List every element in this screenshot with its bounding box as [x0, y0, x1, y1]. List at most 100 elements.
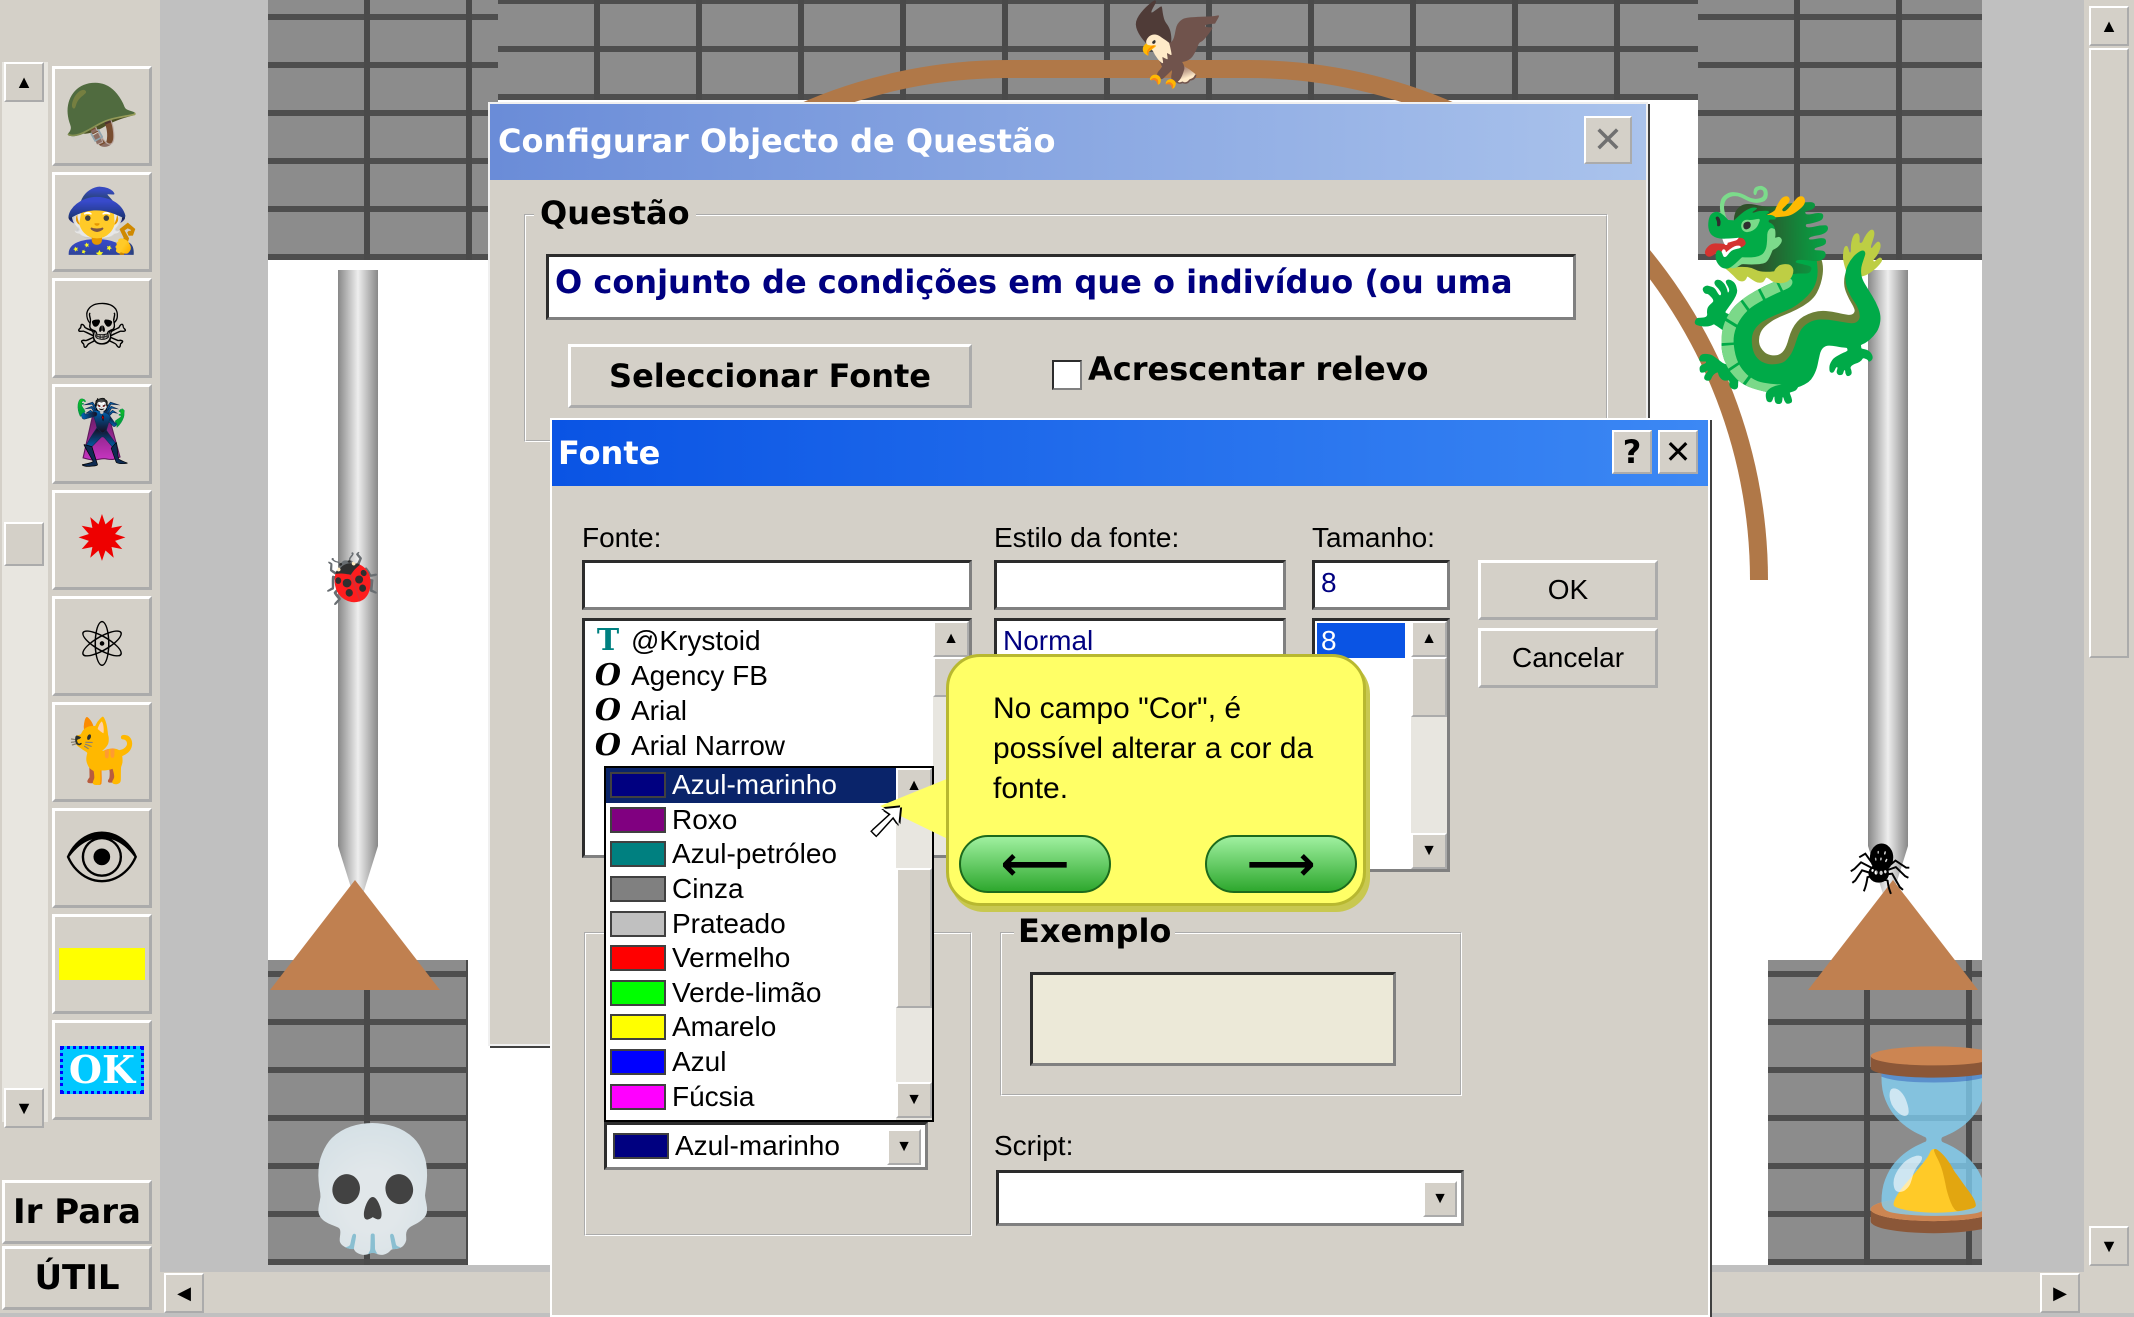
size-list-scroll-thumb[interactable] — [1411, 657, 1447, 717]
list-item-selected[interactable]: Normal — [1003, 623, 1281, 658]
truetype-icon: T — [596, 623, 620, 658]
color-option[interactable]: Fúcsia — [606, 1079, 932, 1114]
color-option[interactable]: Cinza — [606, 872, 932, 907]
size-value: 8 — [1321, 624, 1337, 656]
skull-icon: 💀 — [298, 1122, 448, 1256]
ok-icon[interactable]: OK — [52, 1020, 152, 1120]
eagle-icon: 🦅 — [1128, 0, 1228, 89]
size-list-down-arrow-icon[interactable]: ▼ — [1411, 833, 1447, 869]
ir-para-button[interactable]: Ir Para — [2, 1180, 152, 1244]
font-name: Arial Narrow — [631, 729, 786, 761]
fonte-title-bar[interactable]: Fonte ? ✕ — [552, 420, 1708, 486]
color-name: Roxo — [672, 803, 738, 835]
fonte-title-text: Fonte — [558, 434, 661, 472]
color-name: Verde-limão — [672, 976, 822, 1008]
acrescentar-relevo-label: Acrescentar relevo — [1088, 350, 1429, 388]
color-list-down-arrow-icon[interactable]: ▼ — [896, 1082, 932, 1118]
color-name: Cinza — [672, 873, 744, 905]
cor-select[interactable]: Azul-marinho ▼ — [604, 1122, 928, 1170]
orbs-icon[interactable]: ⚛ — [52, 596, 152, 696]
cor-selected-value: Azul-marinho — [675, 1130, 840, 1161]
cancelar-button[interactable]: Cancelar — [1478, 628, 1658, 688]
color-swatch — [610, 841, 666, 868]
main-scroll-left-arrow-icon[interactable]: ◀ — [164, 1273, 204, 1313]
color-option[interactable]: Prateado — [606, 906, 932, 941]
main-scroll-up-arrow-icon[interactable]: ▲ — [2089, 6, 2129, 46]
pyramid-eye-left-icon — [270, 880, 440, 990]
hourglass-icon: ⌛ — [1828, 1045, 1982, 1235]
help-icon[interactable]: ? — [1612, 430, 1652, 474]
list-item[interactable]: O Agency FB — [585, 658, 969, 693]
eye-icon[interactable]: 👁 — [52, 808, 152, 908]
list-item[interactable]: T @Krystoid — [585, 623, 969, 658]
color-list-scroll-thumb[interactable] — [896, 868, 932, 1008]
opentype-icon: O — [594, 693, 622, 728]
estilo-input[interactable] — [994, 560, 1286, 610]
tooltip-text: No campo "Cor", é possível alterar a cor… — [993, 692, 1314, 805]
color-name: Vermelho — [672, 942, 791, 974]
tooltip-prev-arrow-icon[interactable]: ⟵ — [959, 835, 1111, 893]
scroll-thumb[interactable] — [4, 522, 44, 566]
skull-crossbones-icon[interactable]: ☠ — [52, 278, 152, 378]
color-name: Azul — [672, 1046, 727, 1078]
acrescentar-relevo-checkbox[interactable] — [1052, 360, 1082, 390]
black-cat-icon[interactable]: 🐈 — [52, 702, 152, 802]
color-name: Prateado — [672, 907, 786, 939]
villain-icon[interactable]: 🦹 — [52, 384, 152, 484]
color-swatch — [610, 1014, 666, 1041]
color-swatch — [610, 1083, 666, 1110]
ok-button[interactable]: OK — [1478, 560, 1658, 620]
explosion-icon[interactable]: ✹ — [52, 490, 152, 590]
size-list-up-arrow-icon[interactable]: ▲ — [1411, 621, 1447, 657]
util-button[interactable]: ÚTIL — [2, 1246, 152, 1310]
questao-groupbox: Questão O conjunto de condições em que o… — [524, 194, 1608, 442]
config-title-text: Configurar Objecto de Questão — [498, 122, 1056, 160]
main-scroll-thumb[interactable] — [2089, 48, 2129, 658]
color-option[interactable]: Amarelo — [606, 1010, 932, 1045]
seleccionar-fonte-button[interactable]: Seleccionar Fonte — [568, 344, 972, 408]
toolbar-scrollbar[interactable]: ▲ ▼ — [2, 62, 48, 1128]
color-option[interactable]: Vermelho — [606, 941, 932, 976]
main-vertical-scrollbar[interactable]: ▲ ▼ — [2084, 0, 2134, 1313]
color-option[interactable]: Azul — [606, 1045, 932, 1080]
config-title-bar[interactable]: Configurar Objecto de Questão ✕ — [490, 104, 1646, 180]
tamanho-input[interactable]: 8 — [1312, 560, 1450, 610]
fonte-input[interactable] — [582, 560, 972, 610]
color-swatch — [610, 945, 666, 972]
list-item[interactable]: O Arial — [585, 693, 969, 728]
close-icon[interactable]: ✕ — [1658, 430, 1698, 474]
main-scroll-down-arrow-icon[interactable]: ▼ — [2089, 1226, 2129, 1266]
exemplo-preview — [1030, 972, 1396, 1066]
yellow-rectangle-icon[interactable] — [52, 914, 152, 1014]
script-select[interactable]: ▼ — [996, 1170, 1464, 1226]
spider-icon: 🕷 — [1848, 841, 1912, 897]
color-swatch — [610, 772, 666, 799]
font-list-up-arrow-icon[interactable]: ▲ — [933, 621, 969, 657]
scroll-up-arrow-icon[interactable]: ▲ — [4, 62, 44, 102]
scroll-down-arrow-icon[interactable]: ▼ — [4, 1088, 44, 1128]
style-name: Normal — [1003, 624, 1094, 656]
chevron-down-icon[interactable]: ▼ — [1423, 1181, 1457, 1217]
dragon-icon: 🐉 — [1663, 183, 1913, 406]
color-name: Azul-petróleo — [672, 838, 837, 870]
knight-icon[interactable]: 🪖 — [52, 66, 152, 166]
color-swatch — [610, 1049, 666, 1076]
color-option[interactable]: Verde-limão — [606, 976, 932, 1011]
witch-icon[interactable]: 🧙 — [52, 172, 152, 272]
font-name: @Krystoid — [631, 624, 761, 656]
left-toolbar: ▲ ▼ 🪖 🧙 ☠ 🦹 ✹ ⚛ 🐈 👁 OK Ir Para ÚTIL — [0, 0, 160, 1313]
estilo-label: Estilo da fonte: — [994, 522, 1180, 553]
ok-icon-label: OK — [59, 1046, 145, 1094]
config-close-icon[interactable]: ✕ — [1584, 116, 1632, 164]
question-text-field[interactable]: O conjunto de condições em que o indivíd… — [546, 254, 1576, 320]
list-item-selected[interactable]: 8 — [1317, 623, 1405, 658]
font-name: Arial — [631, 694, 688, 726]
size-list-scrollbar[interactable]: ▲ ▼ — [1411, 621, 1447, 869]
fonte-label: Fonte: — [582, 522, 662, 553]
list-item[interactable]: O Arial Narrow — [585, 728, 969, 763]
main-scroll-right-arrow-icon[interactable]: ▶ — [2040, 1273, 2080, 1313]
font-name: Agency FB — [631, 659, 768, 691]
tooltip-next-arrow-icon[interactable]: ⟶ — [1205, 835, 1357, 893]
chevron-down-icon[interactable]: ▼ — [887, 1129, 921, 1165]
tamanho-label: Tamanho: — [1312, 522, 1435, 553]
